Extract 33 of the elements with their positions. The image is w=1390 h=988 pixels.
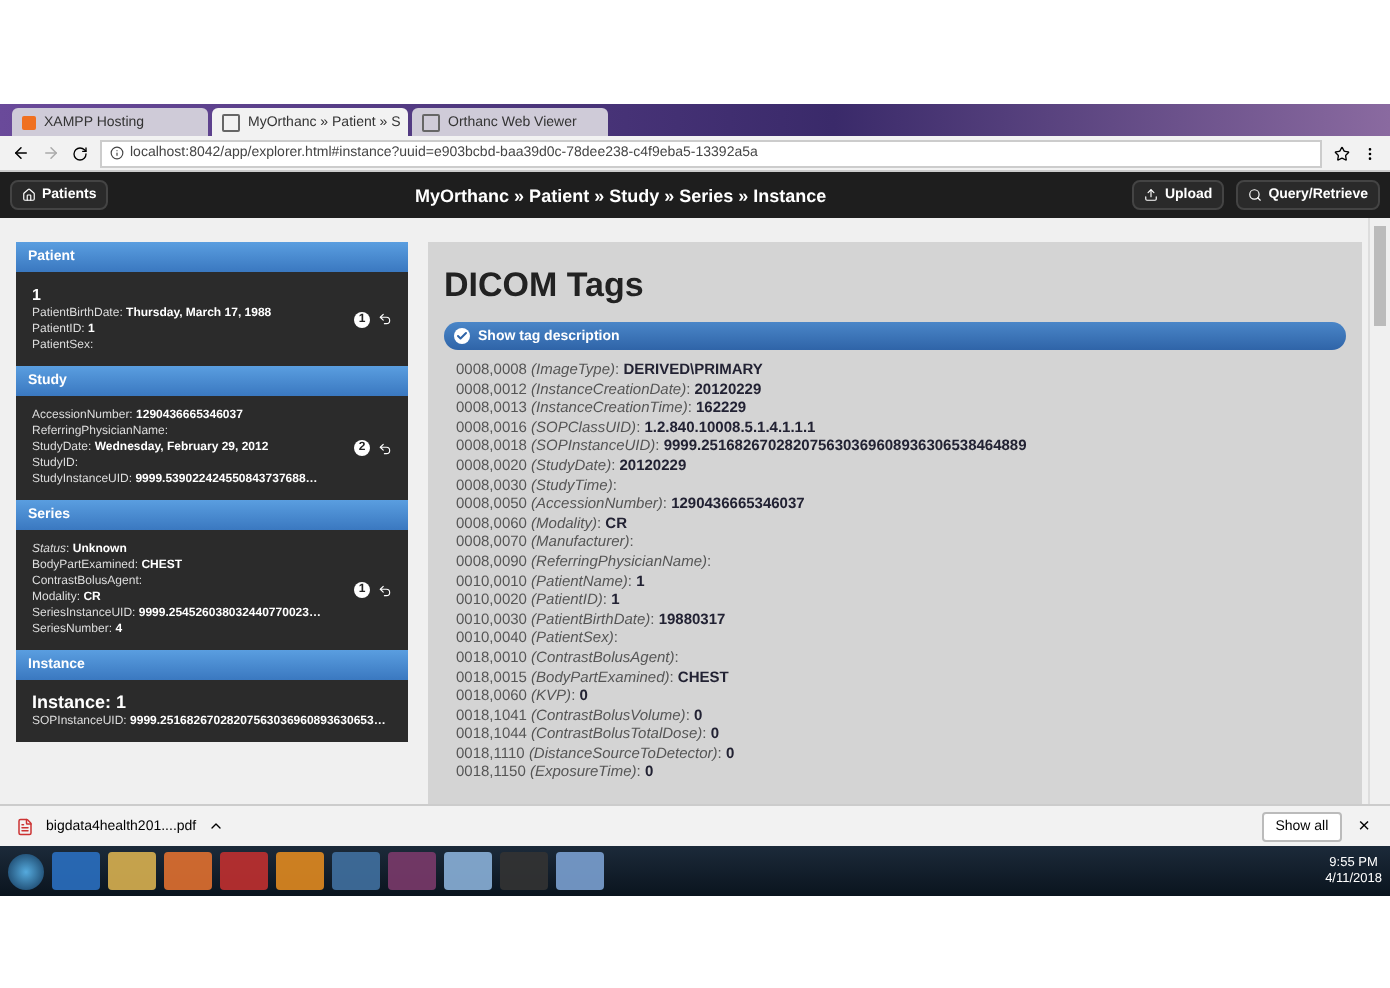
panel-heading: 1 [32, 284, 43, 306]
reload-icon[interactable] [72, 145, 88, 161]
home-icon [22, 188, 36, 202]
info-icon [110, 146, 124, 160]
taskbar-app-icon[interactable] [500, 852, 548, 890]
panel-heading: Instance: 1 [32, 692, 129, 714]
taskbar-app-icon[interactable] [388, 852, 436, 890]
taskbar-app-icon[interactable] [556, 852, 604, 890]
breadcrumb-title: MyOrthanc » Patient » Study » Series » Instance [413, 185, 829, 205]
forward-icon[interactable] [42, 144, 60, 162]
taskbar-app-icon[interactable] [276, 852, 324, 890]
page-title: DICOM Tags [444, 266, 646, 306]
pdf-file-icon [16, 817, 34, 835]
page-icon [422, 113, 440, 131]
caret-icon[interactable] [208, 818, 225, 834]
taskbar-app-icon[interactable] [220, 852, 268, 890]
back-icon[interactable] [12, 144, 30, 162]
bookmark-star-icon[interactable] [1334, 145, 1350, 161]
page-icon [222, 113, 240, 131]
undo-arrow-icon[interactable] [378, 441, 392, 455]
undo-arrow-icon[interactable] [378, 583, 392, 597]
search-icon [1248, 188, 1263, 202]
taskbar-app-icon[interactable] [164, 852, 212, 890]
checkbox[interactable] [454, 328, 470, 344]
taskbar-app-icon[interactable] [332, 852, 380, 890]
taskbar-app-icon[interactable] [108, 852, 156, 890]
undo-arrow-icon[interactable] [378, 312, 392, 326]
scrollbar-thumb[interactable] [1374, 226, 1386, 326]
taskbar-app-icon[interactable] [444, 852, 492, 890]
site-icon [22, 115, 36, 129]
close-button[interactable]: × [1354, 815, 1374, 837]
upload-icon [1144, 188, 1159, 202]
start-button[interactable] [8, 853, 44, 889]
